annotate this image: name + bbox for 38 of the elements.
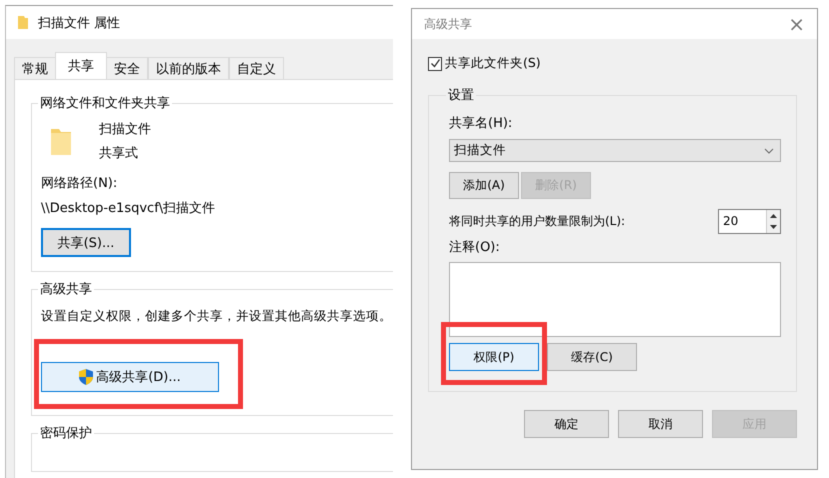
- folder-name: 扫描文件: [99, 121, 151, 138]
- shield-icon: [79, 369, 94, 385]
- tab[interactable]: 常规: [14, 57, 56, 79]
- network-path: \\Desktop-e1sqvcf\扫描文件: [41, 200, 216, 217]
- name-button[interactable]: 添加(A): [449, 172, 519, 199]
- comment-button[interactable]: 权限(P): [449, 343, 539, 371]
- group-title: 密码保护: [39, 425, 93, 442]
- description-text: 设置自定义权限，创建多个共享，并设置其他高级共享选项。: [41, 308, 392, 325]
- folder-icon: [18, 16, 28, 29]
- group-title: 设置: [447, 87, 475, 104]
- spin-down-icon[interactable]: [770, 225, 777, 230]
- share-button[interactable]: 共享(S)...: [41, 228, 131, 257]
- window-title: 扫描文件 属性: [38, 14, 120, 32]
- dialog-title: 高级共享: [424, 16, 472, 32]
- path-label: 网络路径(N):: [41, 175, 118, 192]
- dialog-button[interactable]: 确定: [524, 410, 609, 438]
- checkbox[interactable]: [428, 56, 442, 70]
- advanced-sharing-button[interactable]: 高级共享(D)...: [41, 362, 219, 392]
- checkbox-label: 共享此文件夹(S): [445, 55, 541, 72]
- tab[interactable]: 共享: [55, 52, 107, 79]
- share-name-label: 共享名(H):: [449, 115, 512, 132]
- group-title: 高级共享: [39, 281, 93, 298]
- group-title: 网络文件和文件夹共享: [39, 95, 171, 112]
- share-name-dropdown[interactable]: 扫描文件: [449, 139, 781, 162]
- folder-icon: [51, 127, 71, 155]
- tab[interactable]: 自定义: [229, 57, 284, 79]
- comment-button[interactable]: 缓存(C): [547, 343, 637, 371]
- user-limit-label: 将同时共享的用户数量限制为(L):: [449, 213, 626, 230]
- tab[interactable]: 安全: [106, 57, 148, 79]
- user-limit-spinner[interactable]: 20: [718, 209, 781, 234]
- close-button[interactable]: ×: [784, 12, 809, 36]
- share-status: 共享式: [99, 145, 139, 162]
- comment-field[interactable]: [449, 262, 781, 337]
- chevron-down-icon: [764, 148, 774, 154]
- dialog-button[interactable]: 取消: [618, 410, 703, 438]
- tab[interactable]: 以前的版本: [148, 57, 229, 79]
- spin-up-icon[interactable]: [770, 214, 777, 218]
- comment-label: 注释(O):: [449, 239, 500, 256]
